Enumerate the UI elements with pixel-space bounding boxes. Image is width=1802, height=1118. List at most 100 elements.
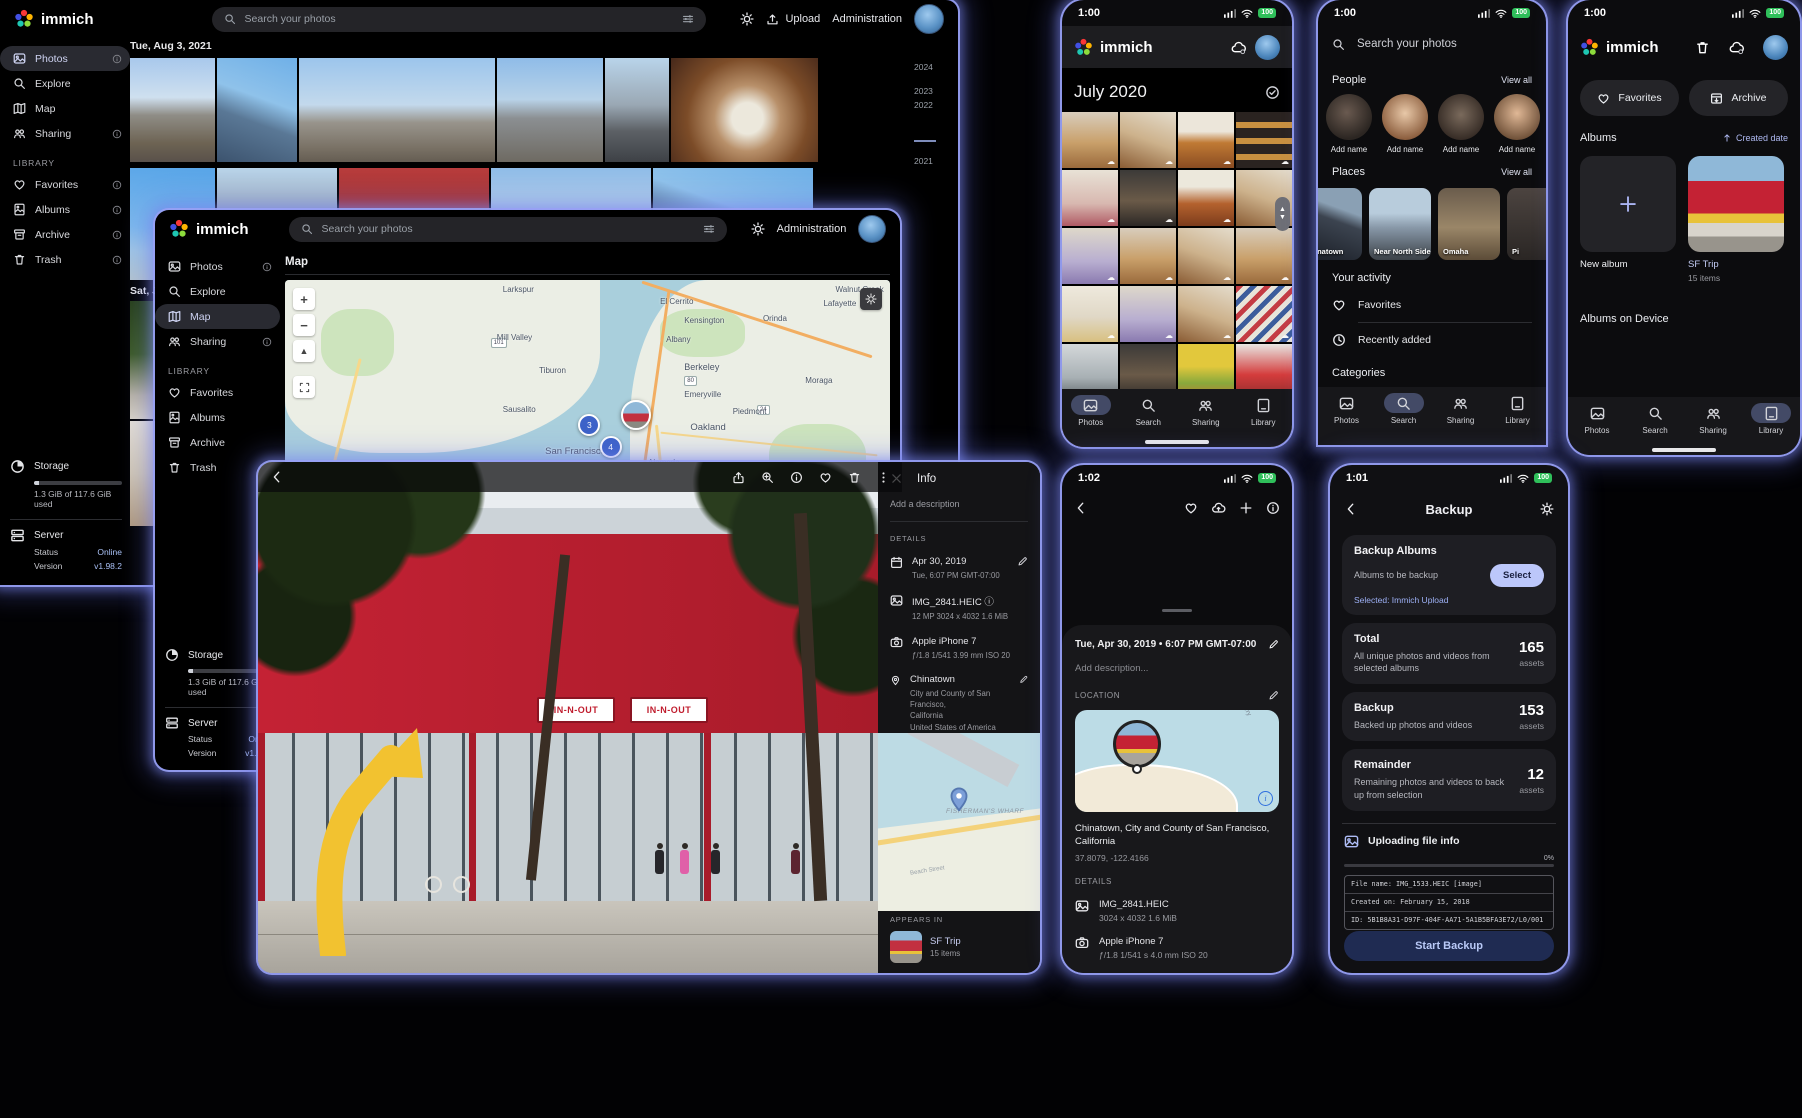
home-indicator[interactable]	[1652, 448, 1716, 452]
photo-thumbnail[interactable]: ☁	[1062, 170, 1118, 226]
sidebar-item-favorites[interactable]: Favorites	[0, 172, 130, 197]
trash-icon[interactable]	[848, 471, 861, 484]
new-album-box[interactable]	[1580, 156, 1676, 252]
nav-photos[interactable]: Photos	[1568, 403, 1626, 435]
cloud-sync-icon[interactable]	[1728, 40, 1745, 55]
zoom-icon[interactable]	[761, 471, 774, 484]
photo-thumbnail[interactable]: ☁	[1120, 112, 1176, 168]
sidebar-item-albums[interactable]: Albums	[155, 405, 280, 430]
photo-thumbnail[interactable]	[605, 58, 669, 162]
sheet-drag-handle[interactable]	[1162, 609, 1192, 612]
sidebar-item-map[interactable]: Map	[155, 304, 280, 329]
description-input[interactable]: Add description...	[1075, 663, 1279, 674]
add-name-label[interactable]: Add name	[1331, 145, 1367, 154]
nav-sharing[interactable]: Sharing	[1177, 395, 1235, 427]
photo-thumbnail[interactable]: ☁	[1120, 286, 1176, 342]
upload-button[interactable]: Upload	[766, 13, 820, 26]
immich-logo[interactable]: immich	[1580, 38, 1659, 57]
photo-thumbnail[interactable]	[217, 58, 297, 162]
nav-search[interactable]: Search	[1120, 395, 1178, 427]
photo-thumbnail[interactable]: ☁	[1178, 112, 1234, 168]
edit-pencil-icon[interactable]	[1019, 674, 1028, 685]
activity-recently-added[interactable]: Recently added	[1318, 325, 1546, 355]
select-all-check-icon[interactable]	[1265, 85, 1280, 100]
sidebar-item-archive[interactable]: Archive	[0, 222, 130, 247]
sidebar-item-explore[interactable]: Explore	[0, 71, 130, 96]
location-map[interactable]: FISHERMAN'S WHARF Beach Street	[878, 733, 1040, 911]
user-avatar[interactable]	[858, 215, 886, 243]
search-input[interactable]: Search your photos	[1318, 26, 1546, 62]
sidebar-item-photos[interactable]: Photos	[0, 46, 130, 71]
photo-thumbnail[interactable]: ☁	[1178, 286, 1234, 342]
new-album-tile[interactable]: New album	[1580, 156, 1676, 283]
place-card[interactable]: Pi	[1507, 188, 1546, 260]
search-input[interactable]: Search your photos	[289, 217, 727, 242]
photo-thumbnail[interactable]: ☁	[1062, 228, 1118, 284]
sidebar-item-photos[interactable]: Photos	[155, 254, 280, 279]
photo-detail-image[interactable]: IN-N-OUT IN-N-OUT	[258, 462, 878, 973]
places-carousel[interactable]: Chinatown Near North Side Omaha Pi	[1318, 184, 1546, 260]
nav-sharing[interactable]: Sharing	[1684, 403, 1742, 435]
nav-sharing[interactable]: Sharing	[1432, 393, 1489, 425]
add-name-label[interactable]: Add name	[1387, 145, 1423, 154]
place-card[interactable]: Near North Side	[1369, 188, 1431, 260]
user-avatar[interactable]	[1255, 35, 1280, 60]
view-all-link[interactable]: View all	[1501, 75, 1532, 85]
user-avatar[interactable]	[914, 4, 944, 34]
nav-photos[interactable]: Photos	[1318, 393, 1375, 425]
share-icon[interactable]	[732, 471, 745, 484]
info-icon[interactable]	[1266, 501, 1280, 515]
photo-thumbnail[interactable]: ☁	[1120, 228, 1176, 284]
photo-thumbnail[interactable]	[671, 58, 818, 162]
add-icon[interactable]	[1239, 501, 1253, 515]
back-icon[interactable]	[270, 470, 284, 484]
description-input[interactable]: Add a description	[890, 499, 1028, 509]
sidebar-item-map[interactable]: Map	[0, 96, 130, 121]
albums-sort-button[interactable]: Created date	[1722, 133, 1788, 143]
photo-thumbnail[interactable]: ☁	[1178, 170, 1234, 226]
administration-link[interactable]: Administration	[832, 13, 902, 25]
home-indicator[interactable]	[1145, 440, 1209, 444]
sidebar-item-albums[interactable]: Albums	[0, 197, 130, 222]
map-info-icon[interactable]: i	[1258, 791, 1273, 806]
view-all-link[interactable]: View all	[1501, 167, 1532, 177]
person-item[interactable]: Add name	[1438, 94, 1484, 154]
favorites-button[interactable]: Favorites	[1580, 80, 1679, 116]
cloud-sync-icon[interactable]	[1230, 40, 1247, 55]
photo-thumbnail[interactable]: ☁	[1062, 286, 1118, 342]
theme-toggle-button[interactable]	[751, 222, 765, 236]
filter-sliders-icon[interactable]	[682, 13, 694, 25]
filter-sliders-icon[interactable]	[703, 223, 715, 235]
theme-toggle-button[interactable]	[740, 12, 754, 26]
nav-library[interactable]: Library	[1742, 403, 1800, 435]
nav-search[interactable]: Search	[1626, 403, 1684, 435]
zoom-in-button[interactable]: +	[293, 288, 315, 310]
map-cluster-marker[interactable]: 4	[600, 436, 622, 458]
nav-library[interactable]: Library	[1489, 393, 1546, 425]
tilt-button[interactable]: ▲	[293, 340, 315, 362]
photo-thumbnail[interactable]: ☁	[1236, 112, 1292, 168]
search-input[interactable]: Search your photos	[212, 7, 706, 32]
photo-thumbnail[interactable]: ☁	[1236, 286, 1292, 342]
sidebar-item-archive[interactable]: Archive	[155, 430, 280, 455]
immich-logo[interactable]: immich	[14, 9, 94, 29]
location-map[interactable]: San Francisco Ferry i	[1075, 710, 1279, 812]
select-button[interactable]: Select	[1490, 564, 1544, 587]
person-item[interactable]: Add name	[1494, 94, 1540, 154]
sidebar-item-favorites[interactable]: Favorites	[155, 380, 280, 405]
gear-icon[interactable]	[1540, 502, 1554, 516]
sidebar-item-explore[interactable]: Explore	[155, 279, 280, 304]
album-cover[interactable]	[1688, 156, 1784, 252]
cloud-upload-icon[interactable]	[1211, 501, 1226, 515]
edit-pencil-icon[interactable]	[1268, 690, 1279, 701]
album-row[interactable]: SF Trip 15 items	[890, 931, 1028, 963]
map-settings-button[interactable]	[860, 288, 882, 310]
trash-icon[interactable]	[1695, 40, 1710, 55]
immich-logo[interactable]: immich	[1074, 38, 1153, 57]
sidebar-item-trash[interactable]: Trash	[0, 247, 130, 272]
fullscreen-button[interactable]	[293, 376, 315, 398]
location-name[interactable]: Chinatown	[910, 674, 1010, 685]
album-tile[interactable]: SF Trip 15 items	[1688, 156, 1784, 283]
sidebar-item-sharing[interactable]: Sharing	[155, 329, 280, 354]
add-name-label[interactable]: Add name	[1443, 145, 1479, 154]
